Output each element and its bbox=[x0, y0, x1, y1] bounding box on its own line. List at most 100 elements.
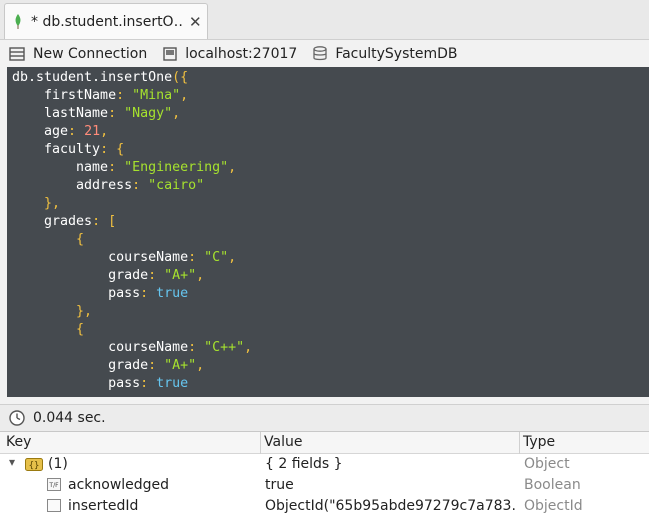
expand-chevron-icon[interactable]: ▾ bbox=[9, 455, 15, 469]
table-header: Key Value Type bbox=[0, 432, 649, 454]
code-token: "Engineering" bbox=[124, 160, 229, 175]
code-token: , bbox=[180, 88, 189, 103]
code-line[interactable]: pass: true bbox=[12, 285, 649, 303]
code-token: "A+" bbox=[164, 358, 197, 373]
mongodb-leaf-icon bbox=[15, 14, 21, 29]
code-token: : bbox=[148, 358, 165, 373]
code-token: , bbox=[244, 340, 253, 355]
code-token: , bbox=[228, 250, 237, 265]
code-token: address bbox=[12, 178, 133, 193]
code-token: grades bbox=[12, 214, 93, 229]
column-header-value[interactable]: Value bbox=[264, 434, 302, 450]
code-token: "C" bbox=[204, 250, 229, 265]
code-line[interactable]: courseName: "C", bbox=[12, 249, 649, 267]
code-token: { bbox=[12, 232, 85, 247]
code-line[interactable]: grades: [ bbox=[12, 213, 649, 231]
code-line[interactable]: }, bbox=[12, 195, 649, 213]
code-token: : bbox=[140, 286, 157, 301]
objectid-icon bbox=[47, 499, 61, 512]
code-token: { bbox=[12, 322, 85, 337]
code-token: : bbox=[108, 106, 125, 121]
svg-text:T/F: T/F bbox=[48, 482, 59, 489]
code-token: , bbox=[100, 124, 109, 139]
code-token: age bbox=[12, 124, 69, 139]
code-token: "cairo" bbox=[148, 178, 205, 193]
row-type: Boolean bbox=[524, 477, 581, 493]
execution-time: 0.044 sec. bbox=[33, 410, 106, 426]
code-token: pass bbox=[12, 286, 141, 301]
column-divider[interactable] bbox=[519, 432, 520, 454]
code-line[interactable]: name: "Engineering", bbox=[12, 159, 649, 177]
code-token: : [ bbox=[92, 214, 117, 229]
status-bar: 0.044 sec. bbox=[0, 404, 649, 431]
object-icon: {} bbox=[25, 458, 43, 471]
table-row[interactable]: T/F acknowledged true Boolean bbox=[0, 475, 649, 496]
code-token: grade bbox=[12, 268, 149, 283]
database-indicator[interactable]: FacultySystemDB bbox=[313, 46, 457, 62]
code-line[interactable]: grade: "A+", bbox=[12, 357, 649, 375]
code-token: faculty bbox=[12, 142, 101, 157]
code-line[interactable]: firstName: "Mina", bbox=[12, 87, 649, 105]
code-token: true bbox=[156, 286, 189, 301]
code-line[interactable]: faculty: { bbox=[12, 141, 649, 159]
row-value: { 2 fields } bbox=[265, 456, 343, 472]
code-token: }, bbox=[12, 304, 93, 319]
code-line[interactable]: age: 21, bbox=[12, 123, 649, 141]
server-icon bbox=[163, 46, 177, 61]
code-token: pass bbox=[12, 376, 141, 391]
code-line[interactable]: address: "cairo" bbox=[12, 177, 649, 195]
code-line[interactable]: lastName: "Nagy", bbox=[12, 105, 649, 123]
row-key: (1) bbox=[48, 456, 68, 472]
table-row[interactable]: insertedId ObjectId("65b95abde97279c7a78… bbox=[0, 496, 649, 517]
tab-title: * db.student.insertO… bbox=[31, 13, 183, 30]
boolean-icon: T/F bbox=[47, 478, 61, 491]
code-line[interactable]: courseName: "C++", bbox=[12, 339, 649, 357]
host-indicator[interactable]: localhost:27017 bbox=[163, 46, 297, 62]
table-row[interactable]: ▾ {} (1) { 2 fields } Object bbox=[0, 454, 649, 475]
query-editor[interactable]: db.student.insertOne({ firstName: "Mina"… bbox=[7, 67, 649, 397]
code-token: ({ bbox=[172, 70, 189, 85]
code-token: , bbox=[196, 268, 205, 283]
code-token: grade bbox=[12, 358, 149, 373]
row-type: Object bbox=[524, 456, 570, 472]
code-token: name bbox=[12, 160, 109, 175]
code-line[interactable]: { bbox=[12, 321, 649, 339]
code-line[interactable]: grade: "A+", bbox=[12, 267, 649, 285]
row-key: acknowledged bbox=[68, 477, 170, 493]
code-token: 21 bbox=[84, 124, 101, 139]
code-token: , bbox=[228, 160, 237, 175]
code-token: , bbox=[196, 358, 205, 373]
code-token: : bbox=[188, 340, 205, 355]
code-line[interactable]: pass: true bbox=[12, 375, 649, 393]
tab-query[interactable]: * db.student.insertO… ✕ bbox=[4, 3, 208, 39]
code-token: db.student.insertOne bbox=[12, 70, 173, 85]
tab-bar: * db.student.insertO… ✕ bbox=[0, 0, 649, 40]
new-connection-button[interactable]: New Connection bbox=[9, 46, 147, 62]
close-tab-icon[interactable]: ✕ bbox=[189, 13, 202, 31]
code-token: "C++" bbox=[204, 340, 245, 355]
code-token: "Mina" bbox=[132, 88, 181, 103]
database-label: FacultySystemDB bbox=[335, 45, 458, 62]
code-token: : bbox=[108, 160, 125, 175]
code-token: firstName bbox=[12, 88, 117, 103]
connection-icon bbox=[9, 46, 25, 61]
code-token: , bbox=[172, 106, 181, 121]
column-header-type[interactable]: Type bbox=[523, 434, 555, 450]
results-table: Key Value Type ▾ {} (1) { 2 fields } Obj… bbox=[0, 431, 649, 527]
row-type: ObjectId bbox=[524, 498, 583, 514]
code-area[interactable]: db.student.insertOne({ firstName: "Mina"… bbox=[7, 69, 649, 393]
code-token: : { bbox=[100, 142, 125, 157]
code-line[interactable]: }, bbox=[12, 303, 649, 321]
code-token: courseName bbox=[12, 250, 189, 265]
column-header-key[interactable]: Key bbox=[6, 434, 31, 450]
code-token: lastName bbox=[12, 106, 109, 121]
connection-bar: New Connection localhost:27017 FacultySy… bbox=[0, 40, 649, 67]
database-icon bbox=[313, 46, 327, 61]
code-line[interactable]: db.student.insertOne({ bbox=[12, 69, 649, 87]
code-token: courseName bbox=[12, 340, 189, 355]
svg-text:{}: {} bbox=[29, 461, 40, 471]
column-divider[interactable] bbox=[260, 432, 261, 454]
code-line[interactable]: { bbox=[12, 231, 649, 249]
code-token: : bbox=[188, 250, 205, 265]
code-token: : bbox=[68, 124, 85, 139]
